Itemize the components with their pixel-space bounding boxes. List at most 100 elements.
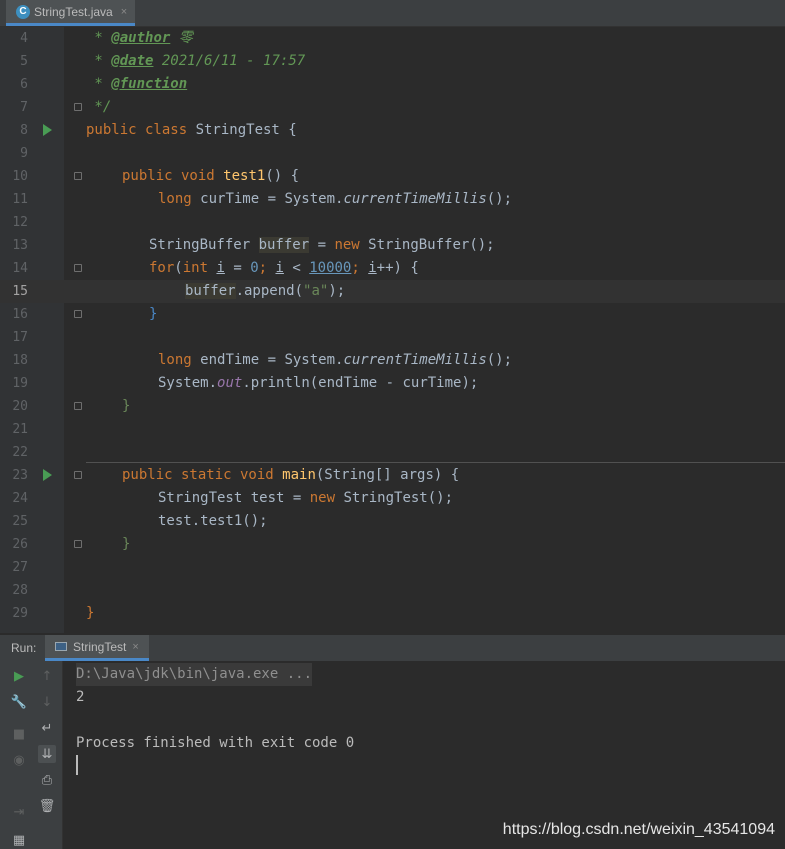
line-number: 16 [12,307,28,322]
line-number: 22 [12,445,28,460]
tab-stringtest-java[interactable]: C StringTest.java × [6,0,136,26]
comment-end: */ [86,99,112,115]
variable: i [216,260,225,276]
run-tab-label: StringTest [73,639,127,654]
code-line: 9 [0,142,785,165]
line-number: 29 [12,606,28,621]
code-text: endTime = System. [200,352,344,368]
close-icon[interactable]: × [121,6,127,18]
code-text: StringBuffer(); [368,237,495,253]
run-gutter-icon[interactable] [43,469,52,481]
scroll-to-end-icon[interactable]: ⇊ [38,745,56,763]
number: 0 [250,260,259,276]
line-number: 13 [12,238,28,253]
line-number: 25 [12,514,28,529]
java-class-icon: C [16,4,30,19]
line-number: 23 [12,468,28,483]
arrow-up-icon[interactable]: ↑ [38,667,56,685]
code-text: ++) { [376,260,419,276]
run-tab-stringtest[interactable]: StringTest × [45,635,149,661]
code-text: StringTest(); [343,490,454,506]
editor-tab-bar: C StringTest.java × [0,0,785,27]
code-line: 28 [0,579,785,602]
code-line: 4 * @author 零 [0,27,785,50]
fold-icon[interactable] [74,310,82,318]
rerun-icon[interactable]: ▶ [10,667,28,685]
code-line: 20 } [0,395,785,418]
tab-label: StringTest.java [34,4,113,19]
line-number: 17 [12,330,28,345]
javadoc-value: 2021/6/11 - 17:57 [153,53,306,69]
fold-icon[interactable] [74,264,82,272]
code-text: < [283,260,310,276]
fold-icon[interactable] [74,540,82,548]
comment-star: * [86,53,112,69]
code-text: curTime = System. [200,191,344,207]
print-icon[interactable]: ⎙ [38,771,56,789]
login-icon[interactable]: ⇥ [10,803,28,821]
code-text: StringTest test = [158,490,310,506]
brace: } [149,306,158,322]
code-line: 11 long curTime = System.currentTimeMill… [0,188,785,211]
line-number: 21 [12,422,28,437]
code-line: 29 } [0,602,785,625]
code-editor[interactable]: 4 * @author 零 5 * @date 2021/6/11 - 17:5… [0,27,785,633]
fold-icon[interactable] [74,172,82,180]
variable: buffer [185,283,236,299]
keyword: public void [122,168,224,184]
soft-wrap-icon[interactable]: ↵ [38,719,56,737]
run-toolbar: ▶ ↑ 🔧 ↓ ■ ↵ ◉ ⇊ ⎙ ⇥ 🗑 ▦ [0,661,63,849]
stop-icon[interactable]: ■ [10,725,28,743]
fold-icon[interactable] [74,103,82,111]
arrow-down-icon[interactable]: ↓ [38,693,56,711]
code-line: 21 [0,418,785,441]
code-line: 25 test.test1(); [0,510,785,533]
javadoc-tag: @date [111,53,154,69]
close-icon[interactable]: × [132,641,138,653]
code-text: StringBuffer [149,237,259,253]
javadoc-tag: @function [111,76,188,92]
wrench-icon[interactable]: 🔧 [10,693,28,711]
console-output-line: 2 [76,689,85,705]
brace: } [122,398,131,414]
code-text: (String[] args) { [315,467,460,483]
line-number: 12 [12,215,28,230]
line-number: 5 [20,54,28,69]
code-text: ); [328,283,346,299]
code-text: ; [258,260,276,276]
layout-icon[interactable]: ▦ [10,831,28,849]
code-line: 6 * @function [0,73,785,96]
code-line: 22 [0,441,785,464]
brace: } [86,605,95,621]
code-line: 27 [0,556,785,579]
javadoc-value: 零 [170,30,193,46]
camera-icon[interactable]: ◉ [10,751,28,769]
line-number: 27 [12,560,28,575]
fold-icon[interactable] [74,402,82,410]
static-method: currentTimeMillis [343,191,487,207]
number: 10000 [309,260,352,276]
line-number: 24 [12,491,28,506]
code-text: (); [486,191,513,207]
line-number: 8 [20,123,28,138]
console-icon [55,642,67,651]
code-line-current: 15 buffer.append("a"); [0,280,785,303]
code-text: .append( [235,283,304,299]
trash-icon[interactable]: 🗑 [38,797,56,815]
code-line: 16 } [0,303,785,326]
line-number: 9 [20,146,28,161]
code-line: 10 public void test1() { [0,165,785,188]
comment-star: * [86,76,112,92]
line-number: 6 [20,77,28,92]
class-name: StringTest [195,122,280,138]
fold-icon[interactable] [74,471,82,479]
line-number: 20 [12,399,28,414]
run-gutter-icon[interactable] [43,124,52,136]
variable: buffer [258,237,310,253]
console-command-line: D:\Java\jdk\bin\java.exe ... [76,663,313,686]
watermark: https://blog.csdn.net/weixin_43541094 [502,821,775,838]
line-number: 15 [12,284,28,299]
keyword: long [158,352,201,368]
code-text: System. [158,375,218,391]
comment-star: * [86,30,112,46]
